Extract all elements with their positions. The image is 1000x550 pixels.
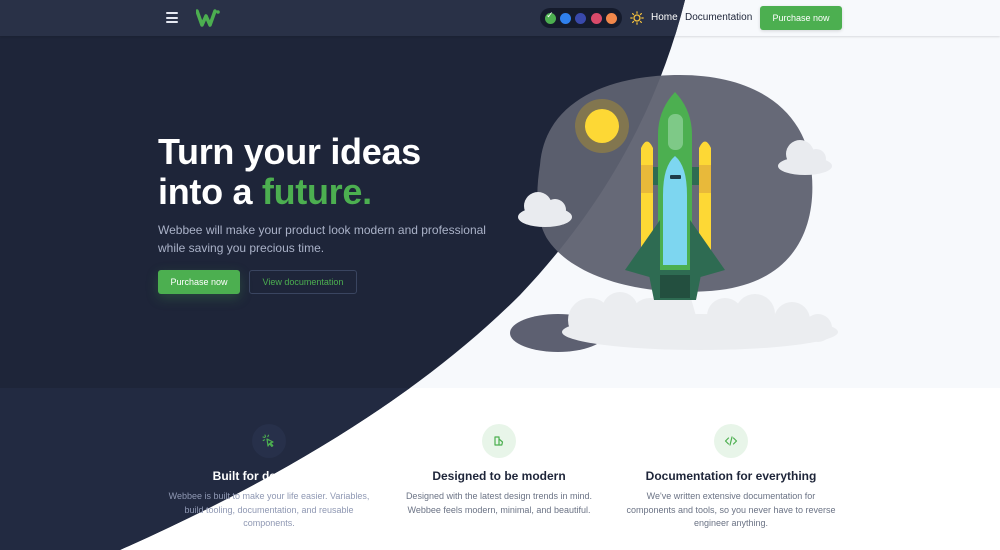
launch-smoke bbox=[510, 292, 838, 352]
swatch-orange[interactable] bbox=[605, 12, 617, 24]
nav-link-documentation[interactable]: Documentation bbox=[685, 12, 752, 23]
feature-title: Designed to be modern bbox=[432, 469, 566, 483]
swatch-indigo[interactable] bbox=[575, 12, 587, 24]
layers-design-icon bbox=[482, 424, 516, 458]
feature-description: Designed with the latest design trends i… bbox=[405, 491, 593, 515]
feature-description: We've written extensive documentation fo… bbox=[626, 491, 836, 528]
feature-documentation: Documentation for everything We've writt… bbox=[621, 424, 841, 531]
sun-icon[interactable] bbox=[630, 11, 644, 25]
view-documentation-button[interactable]: View documentation bbox=[249, 270, 357, 294]
feature-description: Webbee is built to make your life easier… bbox=[168, 491, 370, 528]
rocket-launch-illustration bbox=[510, 75, 838, 352]
header-shade bbox=[0, 0, 1000, 36]
webbee-logo[interactable] bbox=[196, 9, 220, 27]
feature-built-for-developers: Built for developers Webbee is built to … bbox=[159, 424, 379, 531]
hero-title-accent: future. bbox=[261, 171, 372, 212]
shuttle bbox=[663, 156, 687, 265]
hero-title-line2-prefix: into a bbox=[158, 171, 262, 212]
swatch-pink[interactable] bbox=[590, 12, 602, 24]
hero-title-line1: Turn your ideas bbox=[158, 131, 421, 172]
hamburger-icon[interactable] bbox=[166, 12, 178, 23]
nav-link-home[interactable]: Home bbox=[651, 12, 678, 23]
hero-subtitle: Webbee will make your product look moder… bbox=[158, 223, 486, 255]
hero-title: Turn your ideas into a future. bbox=[158, 132, 421, 212]
header-purchase-button[interactable]: Purchase now bbox=[760, 6, 842, 30]
code-icon bbox=[714, 424, 748, 458]
feature-title: Built for developers bbox=[212, 469, 326, 483]
sun-shape bbox=[585, 109, 619, 143]
cursor-click-icon bbox=[252, 424, 286, 458]
color-palette-switcher bbox=[540, 8, 622, 28]
swatch-green[interactable] bbox=[545, 11, 557, 24]
rocket-window bbox=[668, 114, 683, 150]
swatch-blue[interactable] bbox=[560, 12, 572, 24]
top-navigation-bar: Home Documentation Purchase now bbox=[0, 0, 1000, 36]
hero-purchase-button[interactable]: Purchase now bbox=[158, 270, 240, 294]
feature-title: Documentation for everything bbox=[645, 469, 817, 483]
feature-designed-to-be-modern: Designed to be modern Designed with the … bbox=[389, 424, 609, 517]
